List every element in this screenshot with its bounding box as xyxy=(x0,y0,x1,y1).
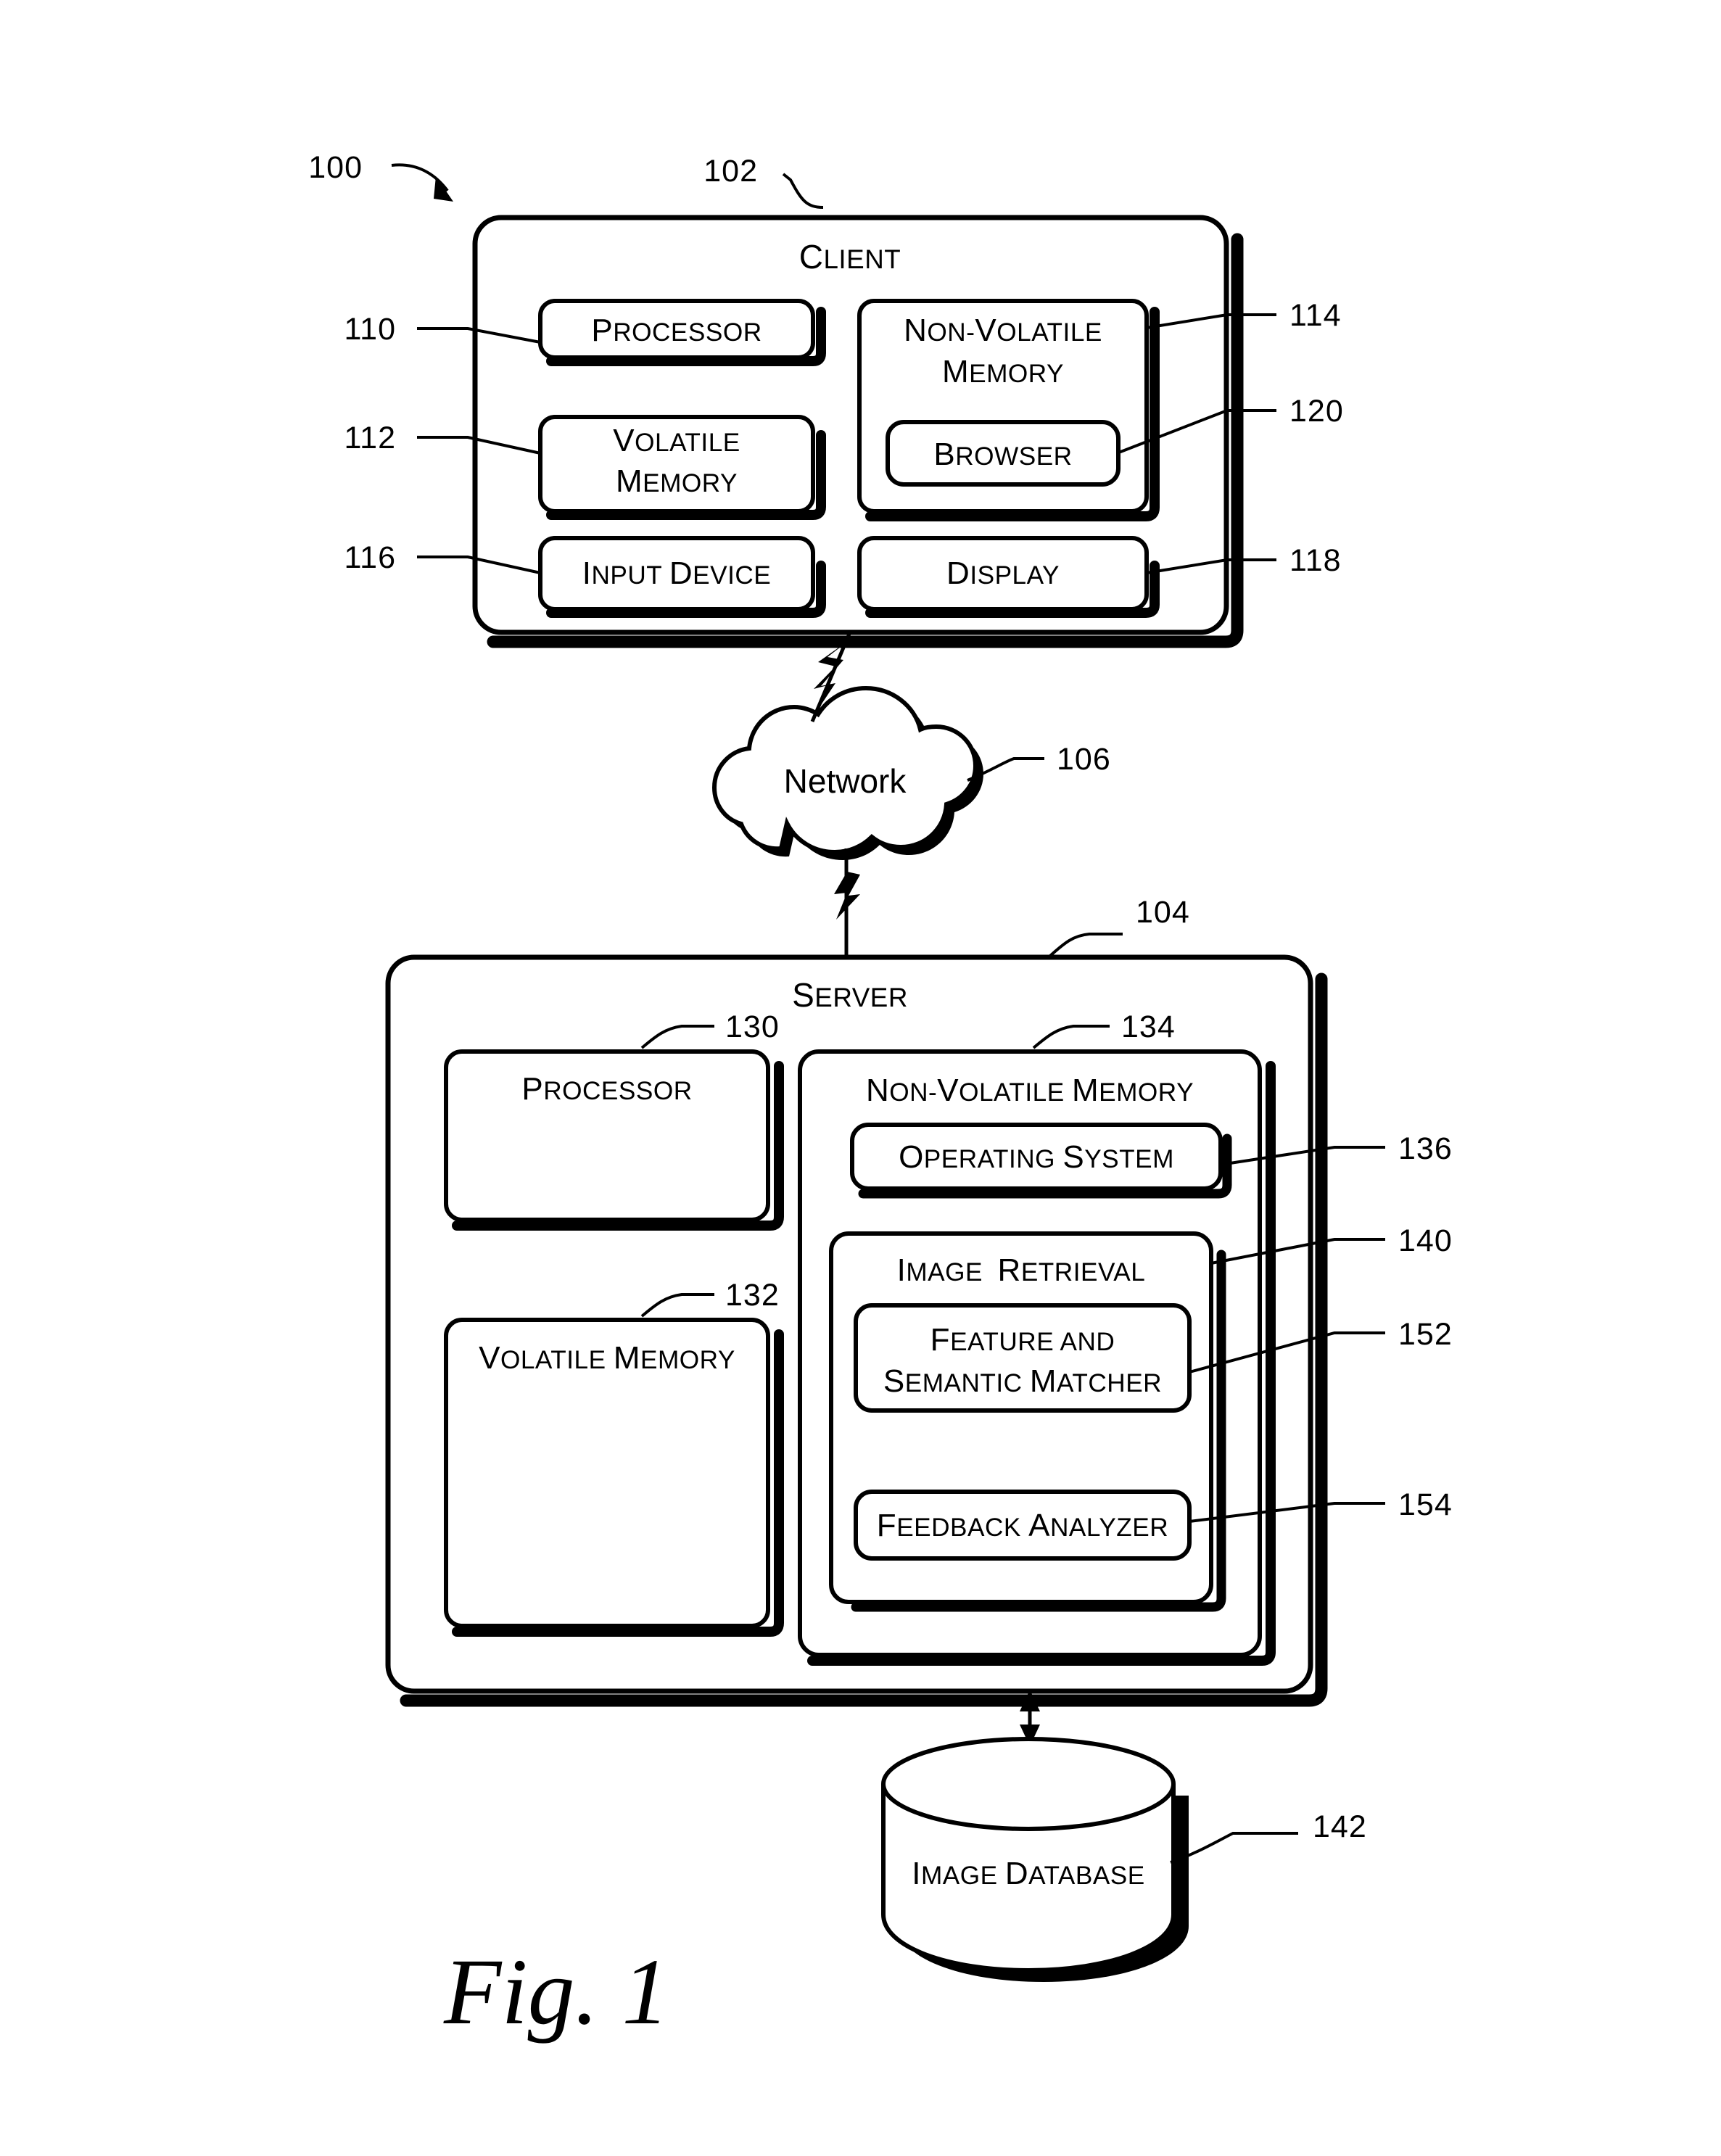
network-server-link xyxy=(834,848,860,959)
server-processor-label: PROCESSOR xyxy=(521,1071,692,1107)
ref-118: 118 xyxy=(1289,543,1342,578)
ref-100: 100 xyxy=(308,150,363,185)
ref-114: 114 xyxy=(1289,298,1342,333)
ref-110: 110 xyxy=(344,312,396,347)
client-processor-label: PROCESSOR xyxy=(591,313,762,348)
ref-142: 142 xyxy=(1313,1809,1367,1844)
client-input-device-label: INPUT DEVICE xyxy=(582,555,772,591)
ref-134: 134 xyxy=(1121,1009,1176,1044)
figure-caption: Fig. 1 xyxy=(443,1940,669,2044)
database-leader-line xyxy=(1170,1832,1298,1864)
patent-figure: 110 112 116 114 120 118 102 100 Network … xyxy=(0,0,1721,2156)
ref-132: 132 xyxy=(725,1278,780,1313)
client-nonvolatile-memory-label-line1: NON-VOLATILE xyxy=(904,313,1102,348)
ref-140: 140 xyxy=(1398,1223,1453,1258)
server-feature-semantic-matcher-label-line2: SEMANTIC MATCHER xyxy=(883,1363,1162,1399)
server-volatile-memory-label: VOLATILE MEMORY xyxy=(479,1340,735,1376)
client-display-label: DISPLAY xyxy=(946,555,1060,591)
ref-152: 152 xyxy=(1398,1317,1453,1352)
ref-104: 104 xyxy=(1136,895,1190,930)
ref-116: 116 xyxy=(344,540,396,575)
image-database-cylinder[interactable] xyxy=(881,1737,1189,1982)
ref-120: 120 xyxy=(1289,394,1344,429)
client-nonvolatile-memory-label-line2: MEMORY xyxy=(942,354,1064,389)
image-database-label: IMAGE DATABASE xyxy=(912,1856,1145,1891)
ref-154: 154 xyxy=(1398,1487,1453,1522)
client-volatile-memory-label-line1: VOLATILE xyxy=(613,423,740,458)
client-browser-label: BROWSER xyxy=(933,437,1072,472)
server-feature-semantic-matcher-label-line1: FEATURE AND xyxy=(930,1322,1115,1358)
server-nonvolatile-memory-label: NON-VOLATILE MEMORY xyxy=(866,1073,1194,1108)
network-label: Network xyxy=(784,762,907,800)
ref-102: 102 xyxy=(703,154,758,189)
ref-136: 136 xyxy=(1398,1131,1453,1166)
system-ref-arrow xyxy=(391,163,453,202)
ref-106: 106 xyxy=(1057,742,1111,777)
server-image-retrieval-label: IMAGE RETRIEVAL xyxy=(897,1252,1146,1288)
server-operating-system-label: OPERATING SYSTEM xyxy=(899,1139,1174,1175)
client-volatile-memory-label-line2: MEMORY xyxy=(616,463,738,499)
server-feedback-analyzer-label: FEEDBACK ANALYZER xyxy=(877,1508,1168,1543)
ref-112: 112 xyxy=(344,421,396,455)
ref-130: 130 xyxy=(725,1009,780,1044)
